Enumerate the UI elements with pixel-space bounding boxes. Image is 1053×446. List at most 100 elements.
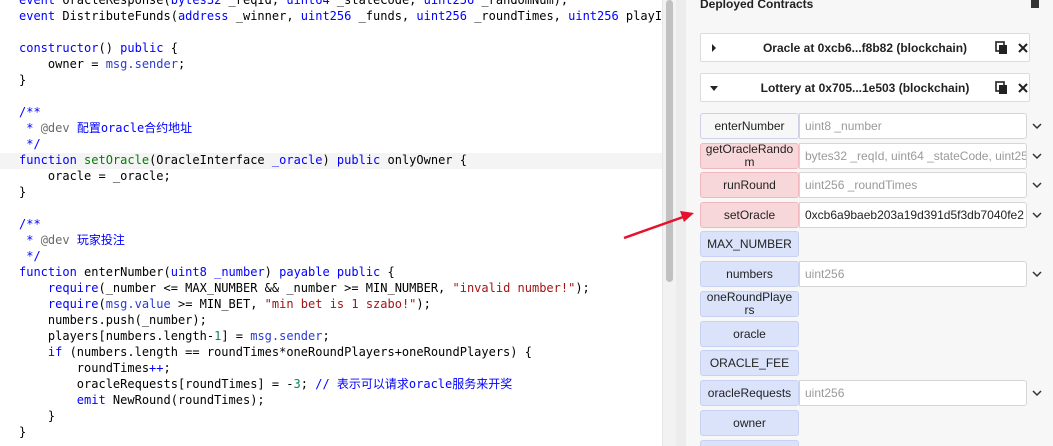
code-token: _funds, xyxy=(351,9,417,23)
code-token: bytes32 xyxy=(170,0,222,7)
code-token: function xyxy=(19,265,85,279)
code-line: if (numbers.length == roundTimes*oneRoun… xyxy=(19,344,532,360)
code-token: msg.value xyxy=(105,297,171,311)
code-token: ] = xyxy=(221,329,251,343)
chevron-down-icon[interactable] xyxy=(1032,269,1042,279)
code-line: constructor() public { xyxy=(19,40,178,56)
function-button-enternumber[interactable]: enterNumber xyxy=(700,113,799,139)
function-button-extra[interactable] xyxy=(700,440,799,446)
function-input-setoracle[interactable]: 0xcb6a9baeb203a19d391d5f3db7040fe2 xyxy=(799,202,1027,228)
function-input-oraclerequests[interactable]: uint256 xyxy=(799,380,1027,406)
function-input-numbers[interactable]: uint256 xyxy=(799,261,1027,287)
code-token: "invalid number!" xyxy=(452,281,576,295)
function-button-oneroundplayers[interactable]: oneRoundPlayers xyxy=(700,291,799,317)
code-line: /** xyxy=(19,104,41,120)
function-input-enternumber[interactable]: uint8 _number xyxy=(799,113,1027,139)
code-token: _roundTimes, xyxy=(466,9,569,23)
code-token: playIds xyxy=(625,9,662,23)
code-token: onlyOwner { xyxy=(380,153,467,167)
function-button-oracle[interactable]: oracle xyxy=(700,321,799,347)
code-token: payable public xyxy=(279,265,381,279)
code-line: /** xyxy=(19,216,41,232)
code-token: ; xyxy=(177,57,186,71)
function-button-setoracle[interactable]: setOracle xyxy=(700,202,799,228)
copy-icon[interactable] xyxy=(995,81,1008,95)
code-token: (_number <= MAX_NUMBER && _number >= MIN… xyxy=(98,281,453,295)
code-token: * xyxy=(19,121,41,135)
code-line: event DistributeFunds(address _winner, u… xyxy=(19,8,662,24)
function-button-max_number[interactable]: MAX_NUMBER xyxy=(700,231,799,257)
code-token: } xyxy=(19,185,27,199)
code-token: uint256 xyxy=(423,0,475,7)
close-icon[interactable] xyxy=(1017,41,1029,55)
code-line: function setOracle(OracleInterface _orac… xyxy=(19,152,467,168)
code-token: ) xyxy=(264,265,280,279)
copy-icon[interactable] xyxy=(995,41,1008,55)
chevron-down-icon[interactable] xyxy=(1032,180,1042,190)
code-token: uint256 xyxy=(300,9,352,23)
code-token: ++ xyxy=(149,361,164,375)
code-line: owner = msg.sender; xyxy=(19,56,185,72)
code-token: ); xyxy=(416,297,431,311)
code-token: require xyxy=(47,297,99,311)
code-line: * @dev 玩家投注 xyxy=(19,232,125,248)
close-icon[interactable] xyxy=(1017,81,1029,95)
contract-oracle[interactable]: Oracle at 0xcb6...f8b82 (blockchain) xyxy=(700,33,1030,62)
code-token: { xyxy=(163,41,178,55)
contract-lottery[interactable]: Lottery at 0x705...1e503 (blockchain) xyxy=(700,73,1030,102)
code-line: event OracleResponse(bytes32 _reqId, uin… xyxy=(19,0,568,8)
code-line: */ xyxy=(19,136,40,152)
panel-title: Deployed Contracts xyxy=(700,0,814,11)
chevron-down-icon[interactable] xyxy=(1032,121,1042,131)
code-line: * @dev 配置oracle合约地址 xyxy=(19,120,192,136)
code-token: */ xyxy=(19,249,41,263)
function-button-runround[interactable]: runRound xyxy=(700,172,799,198)
function-button-oraclerequests[interactable]: oracleRequests xyxy=(700,380,799,406)
code-line: } xyxy=(19,408,55,424)
function-input-runround[interactable]: uint256 _roundTimes xyxy=(799,172,1027,198)
code-token: "min bet is 1 szabo!" xyxy=(264,297,417,311)
code-line: emit NewRound(roundTimes); xyxy=(19,392,265,408)
code-token: uint64 xyxy=(286,0,330,7)
code-token: { xyxy=(380,265,395,279)
chevron-down-icon[interactable] xyxy=(1032,210,1042,220)
function-input-getoraclerandom[interactable]: bytes32 _reqId, uint64 _stateCode, uint2… xyxy=(799,143,1027,169)
function-button-oracle_fee[interactable]: ORACLE_FEE xyxy=(700,350,799,376)
code-token: msg.sender xyxy=(250,329,323,343)
code-token: * xyxy=(19,233,41,247)
code-token: _oracle xyxy=(271,153,323,167)
code-token: event xyxy=(19,9,63,23)
code-token: _number xyxy=(214,265,265,279)
code-token: roundTimes xyxy=(19,361,150,375)
code-token: uint8 xyxy=(170,265,207,279)
code-token: setOracle xyxy=(84,153,150,167)
code-editor[interactable]: event OracleResponse(bytes32 _reqId, uin… xyxy=(0,0,662,446)
chevron-down-icon[interactable] xyxy=(1032,151,1042,161)
code-token: @dev xyxy=(40,233,70,247)
code-line: require(_number <= MAX_NUMBER && _number… xyxy=(19,280,590,296)
function-button-owner[interactable]: owner xyxy=(700,410,799,436)
code-token: @dev xyxy=(40,121,70,135)
code-token: event xyxy=(19,0,63,7)
code-line: */ xyxy=(19,248,41,264)
code-token: msg.sender xyxy=(105,57,178,71)
code-token: constructor xyxy=(19,41,99,55)
code-token: numbers.push(_number); xyxy=(19,313,207,327)
code-line: require(msg.value >= MIN_BET, "min bet i… xyxy=(19,296,431,312)
code-line: roundTimes++; xyxy=(19,360,171,376)
code-token: (numbers.length == roundTimes*oneRoundPl… xyxy=(62,345,532,359)
function-button-numbers[interactable]: numbers xyxy=(700,261,799,287)
code-line: oracle = _oracle; xyxy=(19,168,171,184)
function-button-getoraclerandom[interactable]: getOracleRandom xyxy=(700,143,799,169)
code-token: emit xyxy=(76,393,106,407)
code-token: _winner, xyxy=(228,9,301,23)
trash-icon[interactable] xyxy=(1029,0,1041,8)
chevron-down-icon[interactable] xyxy=(1032,388,1042,398)
code-token: 配置oracle合约地址 xyxy=(69,121,193,135)
code-token: OracleResponse( xyxy=(62,0,171,7)
